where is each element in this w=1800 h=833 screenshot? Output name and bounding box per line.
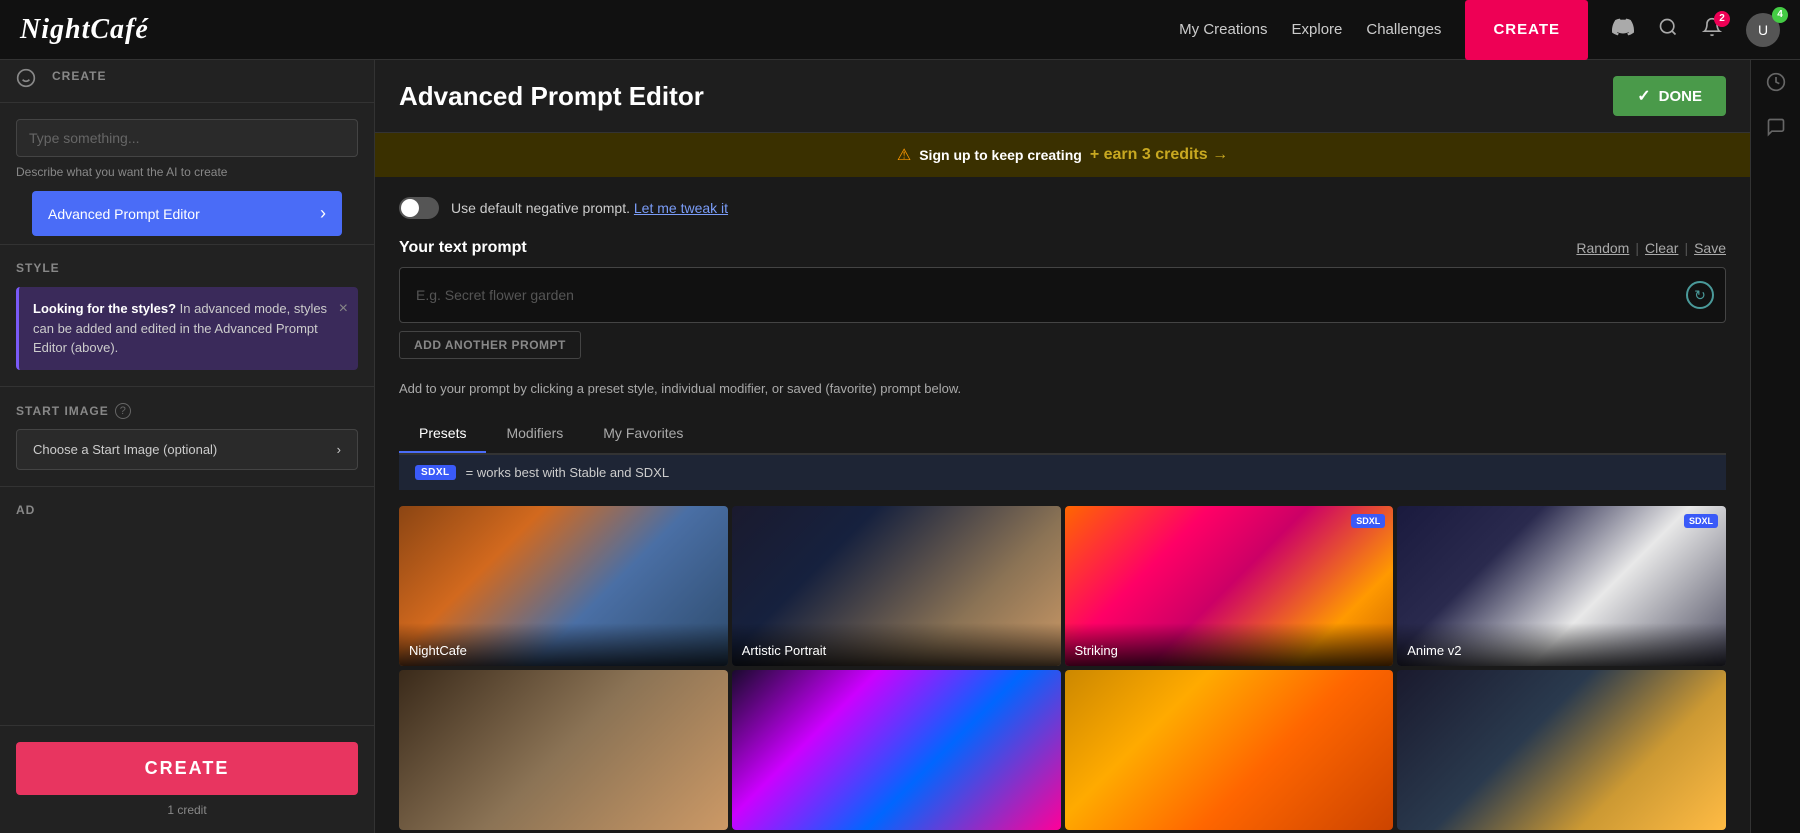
tabs-row: Presets Modifiers My Favorites [399,415,1726,454]
tab-modifiers[interactable]: Modifiers [486,415,583,453]
sidebar-create-footer: CREATE 1 credit [0,725,374,833]
preset-label-nightcafe: NightCafe [399,623,728,666]
nav-create-button[interactable]: CREATE [1465,0,1588,60]
random-prompt-link[interactable]: Random [1576,240,1629,256]
sidebar: CREATE Describe what you want the AI to … [0,60,375,833]
prompt-actions: Random | Clear | Save [1576,240,1726,256]
style-info-box: Looking for the styles? In advanced mode… [16,287,358,370]
signup-banner: ⚠ Sign up to keep creating + earn 3 cred… [375,133,1750,177]
preset-image-7 [1397,670,1726,830]
avatar[interactable]: U 4 [1746,13,1780,47]
main-content: Advanced Prompt Editor ✓ DONE ⚠ Sign up … [375,60,1750,833]
avatar-badge: 4 [1772,7,1788,23]
nav-right: My Creations Explore Challenges CREATE 2… [1179,0,1780,60]
ad-label: AD [16,503,358,517]
prompt-section-label: Your text prompt [399,239,527,257]
sdxl-badge: SDXL [415,465,456,480]
tab-presets[interactable]: Presets [399,415,486,453]
sdxl-banner: SDXL = works best with Stable and SDXL [399,454,1726,490]
notification-badge: 2 [1714,11,1730,27]
tab-my-favorites[interactable]: My Favorites [583,415,703,453]
sidebar-emoji-icon[interactable] [16,68,36,94]
notifications-icon[interactable]: 2 [1702,17,1722,43]
preset-card-striking[interactable]: Striking SDXL [1065,506,1394,666]
sidebar-create-label: CREATE [52,69,106,83]
negative-prompt-label: Use default negative prompt. Let me twea… [451,200,728,216]
top-navigation: NightCafé My Creations Explore Challenge… [0,0,1800,60]
preset-label-artistic-portrait: Artistic Portrait [732,623,1061,666]
preset-card-4[interactable] [399,670,728,830]
style-label: STYLE [16,261,358,275]
done-checkmark-icon: ✓ [1637,86,1650,106]
preset-label-striking: Striking [1065,623,1394,666]
style-info-close-button[interactable]: × [339,297,348,321]
page-title: Advanced Prompt Editor [399,81,704,112]
prompt-section: Your text prompt Random | Clear | Save ↻… [399,239,1726,359]
preset-card-6[interactable] [1065,670,1394,830]
preset-card-anime-v2[interactable]: Anime v2 SDXL [1397,506,1726,666]
preset-card-artistic-portrait[interactable]: Artistic Portrait [732,506,1061,666]
app-logo: NightCafé [20,14,149,46]
preset-image-5 [732,670,1061,830]
banner-text: Sign up to keep creating [919,147,1082,163]
preset-image-4 [399,670,728,830]
start-image-label-row: START IMAGE ? [16,403,358,419]
earn-credits-link[interactable]: + earn 3 credits → [1090,146,1228,164]
preset-image-6 [1065,670,1394,830]
done-button[interactable]: ✓ DONE [1613,76,1726,116]
content-header: Advanced Prompt Editor ✓ DONE [375,60,1750,133]
image-grid: NightCafe Artistic Portrait Striking SDX… [399,506,1726,830]
tweak-negative-link[interactable]: Let me tweak it [634,200,728,216]
negative-prompt-toggle[interactable] [399,197,439,219]
sidebar-style-section: STYLE Looking for the styles? In advance… [0,244,374,386]
content-scroll: Use default negative prompt. Let me twea… [375,177,1750,833]
sidebar-icons-bar: CREATE [0,60,374,103]
save-prompt-link[interactable]: Save [1694,240,1726,256]
history-icon[interactable] [1766,72,1786,97]
style-info-bold: Looking for the styles? [33,301,176,316]
preset-card-5[interactable] [732,670,1061,830]
sidebar-ad-section: AD [0,486,374,541]
start-image-label: START IMAGE [16,404,109,418]
describe-text: Describe what you want the AI to create [16,165,358,179]
sidebar-create-section: Describe what you want the AI to create … [0,103,374,244]
type-input[interactable] [16,119,358,157]
credit-text: 1 credit [16,803,358,817]
preset-card-nightcafe[interactable]: NightCafe [399,506,728,666]
add-another-prompt-button[interactable]: ADD ANOTHER PROMPT [399,331,581,359]
sidebar-start-image-section: START IMAGE ? Choose a Start Image (opti… [0,386,374,486]
nav-explore[interactable]: Explore [1292,21,1343,38]
preset-card-7[interactable] [1397,670,1726,830]
negative-prompt-row: Use default negative prompt. Let me twea… [399,197,1726,219]
advanced-prompt-editor-button[interactable]: Advanced Prompt Editor › [32,191,342,236]
main-layout: CREATE Describe what you want the AI to … [0,60,1800,833]
prompt-input-wrap: ↻ [399,267,1726,323]
warning-icon: ⚠ [897,145,911,165]
preset-label-anime-v2: Anime v2 [1397,623,1726,666]
nav-my-creations[interactable]: My Creations [1179,21,1267,38]
choose-btn-arrow-icon: › [337,442,341,457]
chat-icon[interactable] [1766,117,1786,142]
prompt-input[interactable] [399,267,1726,323]
preset-sdxl-badge-striking: SDXL [1351,514,1385,528]
choose-start-image-button[interactable]: Choose a Start Image (optional) › [16,429,358,470]
advanced-btn-arrow-icon: › [320,203,326,224]
create-main-button[interactable]: CREATE [16,742,358,795]
start-image-help-icon[interactable]: ? [115,403,131,419]
preset-description: Add to your prompt by clicking a preset … [399,379,1726,399]
sdxl-banner-text: = works best with Stable and SDXL [466,465,669,480]
right-sidebar [1750,60,1800,833]
nav-challenges[interactable]: Challenges [1366,21,1441,38]
prompt-refresh-icon[interactable]: ↻ [1686,281,1714,309]
search-icon[interactable] [1658,17,1678,43]
discord-icon[interactable] [1612,16,1634,44]
clear-prompt-link[interactable]: Clear [1645,240,1678,256]
preset-sdxl-badge-anime-v2: SDXL [1684,514,1718,528]
prompt-header-row: Your text prompt Random | Clear | Save [399,239,1726,257]
